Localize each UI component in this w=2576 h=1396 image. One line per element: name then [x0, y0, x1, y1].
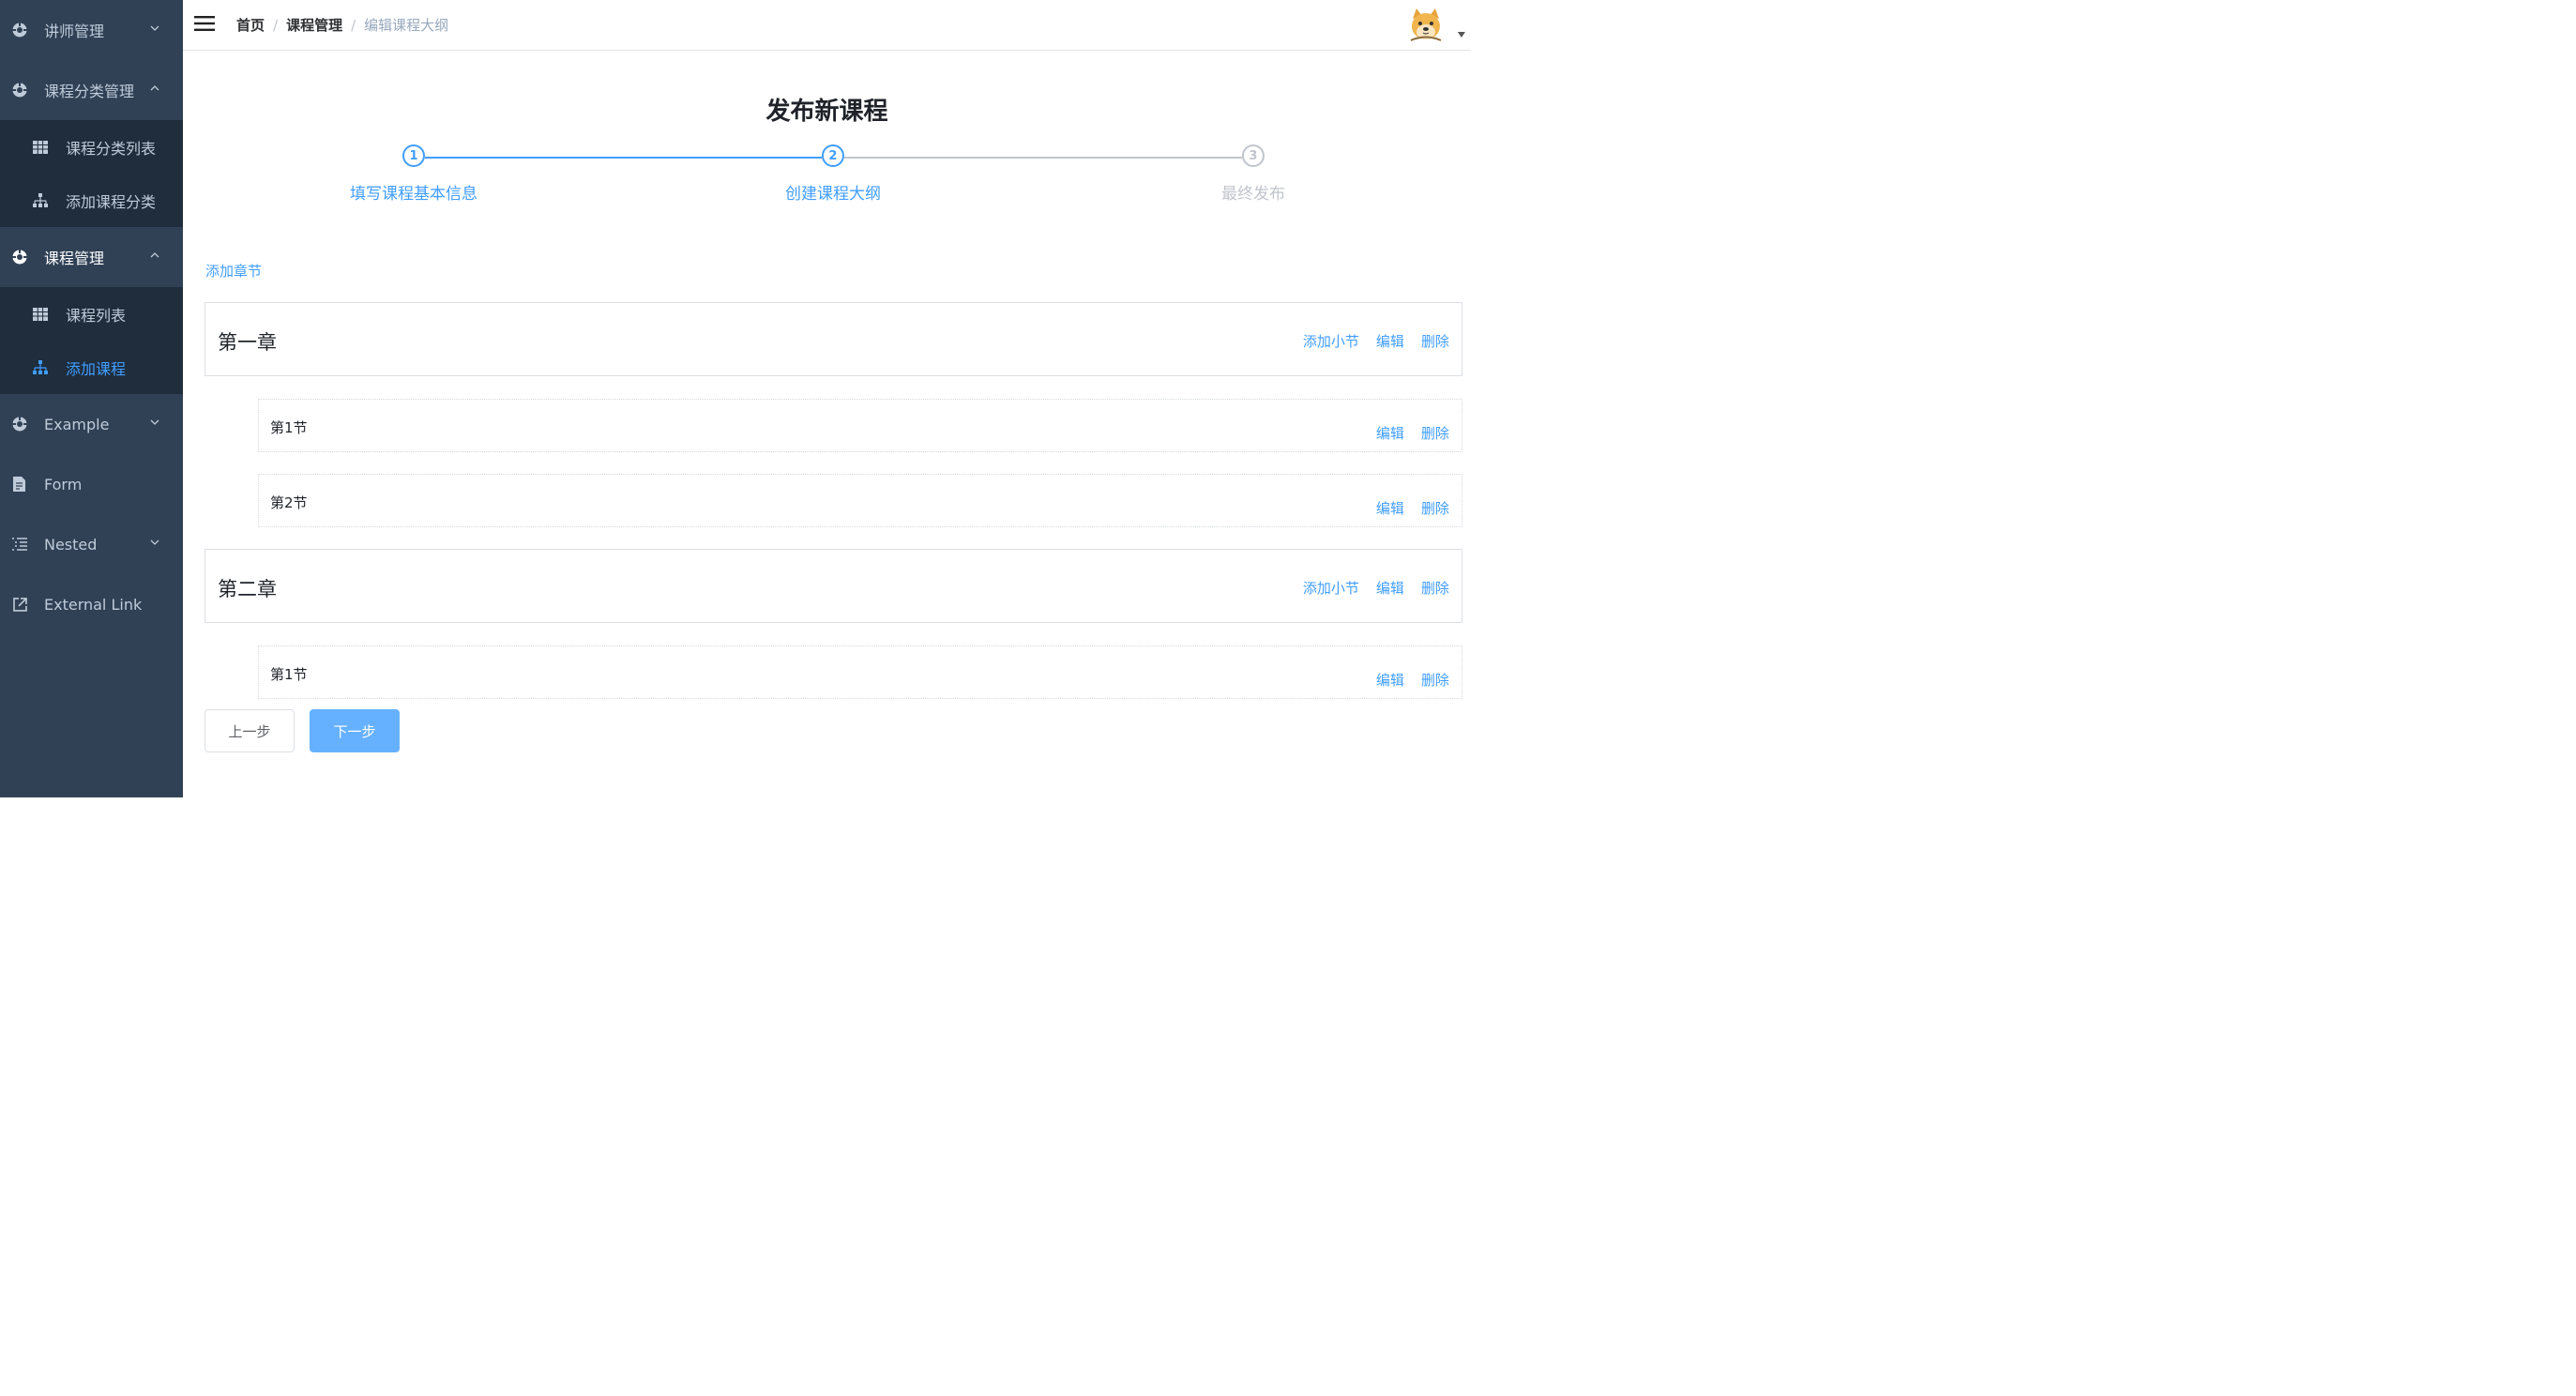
chapter-item: 第一章 添加小节 编辑 删除 — [204, 301, 1462, 376]
step-number: 2 — [828, 148, 838, 163]
breadcrumb: 首页 / 课程管理 / 编辑课程大纲 — [236, 15, 448, 35]
delete-section-link[interactable]: 删除 — [1421, 498, 1449, 518]
sidebar-item-external-link[interactable]: External Link — [0, 574, 183, 634]
sidebar-item-label: External Link — [43, 595, 143, 614]
add-section-link[interactable]: 添加小节 — [1303, 331, 1359, 351]
add-chapter-link[interactable]: 添加章节 — [205, 261, 262, 281]
step-3-icon: 3 — [1241, 144, 1265, 167]
gear-icon — [11, 249, 28, 266]
chevron-down-icon — [150, 25, 159, 31]
edit-section-link[interactable]: 编辑 — [1376, 670, 1404, 690]
chapter-item: 第二章 添加小节 编辑 删除 — [204, 548, 1462, 623]
chevron-down-icon — [150, 539, 159, 545]
edit-chapter-link[interactable]: 编辑 — [1376, 331, 1404, 351]
breadcrumb-current: 编辑课程大纲 — [364, 16, 449, 34]
delete-section-link[interactable]: 删除 — [1421, 423, 1449, 443]
table-icon — [32, 139, 48, 154]
sidebar-item-form[interactable]: Form — [0, 454, 183, 514]
section-item: 第1节 编辑 删除 — [257, 398, 1462, 452]
chapter-title: 第一章 — [217, 330, 277, 354]
edit-chapter-link[interactable]: 编辑 — [1376, 578, 1404, 598]
navbar: 首页 / 课程管理 / 编辑课程大纲 — [182, 0, 1471, 51]
chevron-down-icon — [150, 419, 159, 425]
nested-list-icon — [11, 536, 28, 553]
table-icon — [32, 306, 48, 321]
edit-section-link[interactable]: 编辑 — [1376, 423, 1404, 443]
step-1-title: 填写课程基本信息 — [349, 184, 477, 204]
steps: 1 填写课程基本信息 2 创建课程大纲 3 最终发布 — [183, 144, 1471, 210]
sidebar-item-label: 课程列表 — [65, 306, 127, 325]
sidebar-item-example[interactable]: Example — [0, 394, 183, 454]
chevron-up-icon — [150, 85, 159, 91]
external-link-icon — [11, 596, 28, 613]
add-section-link[interactable]: 添加小节 — [1303, 578, 1359, 598]
edit-section-link[interactable]: 编辑 — [1376, 498, 1404, 518]
sidebar-item-label: 添加课程 — [65, 359, 127, 378]
step-line-2 — [843, 156, 1242, 159]
sidebar-item-label: Form — [43, 475, 83, 493]
gear-icon — [11, 82, 28, 99]
section-item: 第1节 编辑 删除 — [257, 645, 1462, 699]
chapter-actions: 添加小节 编辑 删除 — [1303, 578, 1449, 598]
breadcrumb-home[interactable]: 首页 — [236, 15, 265, 35]
sidebar-item-label: 课程分类列表 — [65, 139, 157, 158]
sidebar-item-add-category[interactable]: 添加课程分类 — [0, 174, 183, 227]
section-title: 第2节 — [269, 493, 308, 511]
avatar[interactable] — [1406, 5, 1445, 43]
delete-chapter-link[interactable]: 删除 — [1421, 578, 1449, 598]
prev-step-button[interactable]: 上一步 — [204, 708, 295, 752]
next-step-button[interactable]: 下一步 — [309, 708, 400, 752]
step-number: 1 — [409, 148, 418, 163]
sidebar: 讲师管理 课程分类管理 课程分类列表 添加课程分类 课程管理 课程列表 添加课程… — [0, 0, 183, 797]
tree-icon — [32, 192, 48, 207]
sidebar-item-add-course[interactable]: 添加课程 — [0, 341, 183, 394]
breadcrumb-separator: / — [273, 16, 279, 34]
delete-section-link[interactable]: 删除 — [1421, 670, 1449, 690]
hamburger-icon[interactable] — [193, 15, 215, 32]
sidebar-item-label: Nested — [43, 535, 98, 554]
section-actions: 编辑 删除 — [1376, 670, 1449, 690]
step-1-icon: 1 — [402, 144, 425, 167]
chevron-up-icon — [150, 252, 159, 258]
sidebar-item-label: 讲师管理 — [43, 22, 105, 40]
step-2-title: 创建课程大纲 — [784, 184, 881, 204]
submenu-course-management: 课程列表 添加课程 — [0, 286, 183, 394]
sidebar-item-label: 课程分类管理 — [43, 82, 135, 100]
step-line-1 — [424, 156, 822, 159]
gear-icon — [11, 416, 28, 432]
section-item: 第2节 编辑 删除 — [257, 473, 1462, 527]
section-actions: 编辑 删除 — [1376, 423, 1449, 443]
delete-chapter-link[interactable]: 删除 — [1421, 331, 1449, 351]
form-icon — [11, 476, 28, 493]
section-title: 第1节 — [269, 665, 308, 683]
sidebar-item-course-management[interactable]: 课程管理 — [0, 227, 183, 287]
breadcrumb-course-management[interactable]: 课程管理 — [286, 15, 342, 35]
sidebar-item-category-list[interactable]: 课程分类列表 — [0, 120, 183, 174]
sidebar-item-teacher[interactable]: 讲师管理 — [0, 0, 183, 60]
sidebar-item-label: 课程管理 — [43, 249, 105, 267]
tree-icon — [32, 359, 48, 374]
breadcrumb-separator: / — [351, 16, 356, 34]
step-3-title: 最终发布 — [1220, 184, 1285, 204]
sidebar-item-course-list[interactable]: 课程列表 — [0, 287, 183, 341]
page-title: 发布新课程 — [765, 97, 888, 126]
section-actions: 编辑 删除 — [1376, 498, 1449, 518]
sidebar-item-label: 添加课程分类 — [65, 192, 157, 211]
chapter-title: 第二章 — [217, 577, 277, 600]
sidebar-item-label: Example — [43, 415, 110, 433]
gear-icon — [11, 22, 28, 38]
chapter-actions: 添加小节 编辑 删除 — [1303, 331, 1449, 351]
submenu-course-category: 课程分类列表 添加课程分类 — [0, 119, 183, 227]
caret-down-icon[interactable] — [1457, 31, 1465, 38]
main-content: 发布新课程 1 填写课程基本信息 2 创建课程大纲 3 最终发布 添加章节 第一… — [183, 51, 1471, 797]
step-2-icon: 2 — [821, 144, 844, 167]
sidebar-item-nested[interactable]: Nested — [0, 514, 183, 574]
section-title: 第1节 — [269, 418, 308, 436]
sidebar-item-course-category[interactable]: 课程分类管理 — [0, 60, 183, 120]
step-number: 3 — [1249, 148, 1258, 163]
